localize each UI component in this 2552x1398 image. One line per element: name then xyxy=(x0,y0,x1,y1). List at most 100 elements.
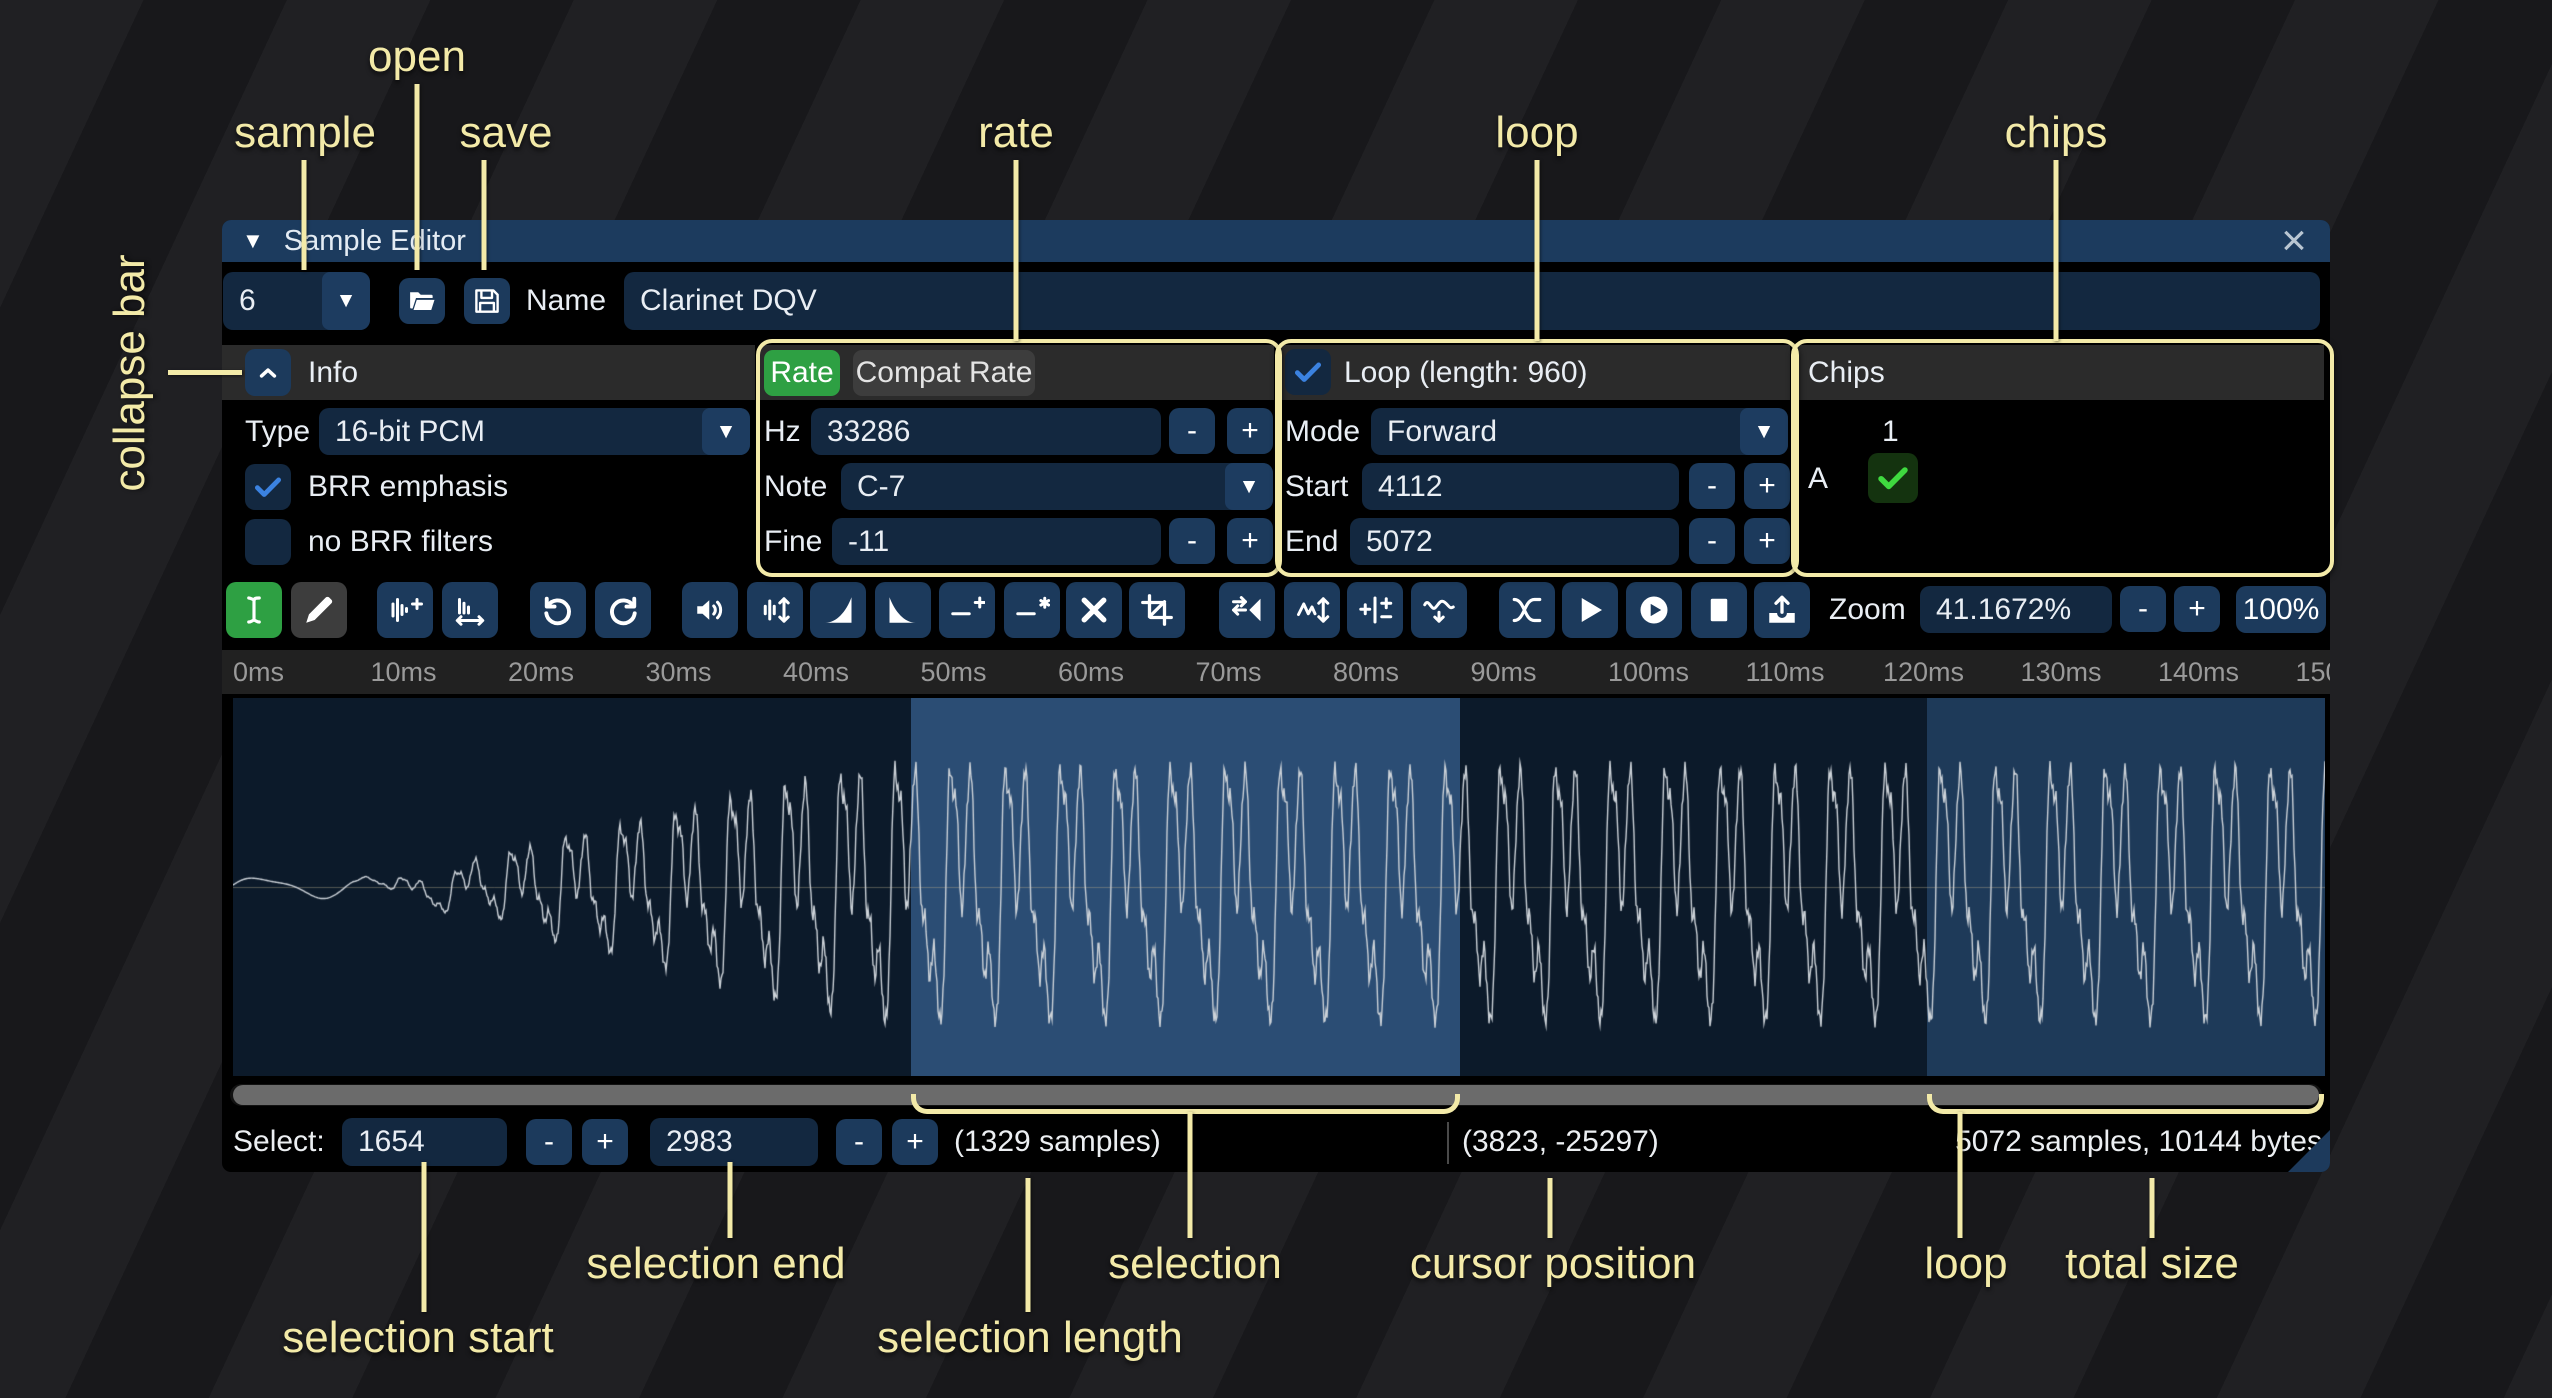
time-ruler[interactable]: 0ms10ms20ms30ms40ms50ms60ms70ms80ms90ms1… xyxy=(222,650,2330,694)
selection-start-value: 1654 xyxy=(358,1125,425,1159)
apply-filter-button[interactable] xyxy=(1411,582,1467,638)
selection-end-input[interactable]: 2983 xyxy=(650,1118,818,1166)
trim-button[interactable] xyxy=(1129,582,1185,638)
annotation-line-save xyxy=(482,160,487,270)
annotation-line-selection-end xyxy=(728,1162,733,1238)
redo-icon xyxy=(605,592,641,628)
zoom-input[interactable]: 41.1672% xyxy=(1920,586,2112,633)
name-label: Name xyxy=(526,272,606,330)
delete-button[interactable] xyxy=(1066,582,1122,638)
annotation-rate: rate xyxy=(978,108,1054,158)
annotation-line-selection xyxy=(1188,1112,1193,1238)
annotation-total-size: total size xyxy=(2065,1239,2239,1289)
zoom-reset-button[interactable]: 100% xyxy=(2236,586,2326,633)
zoom-out-button[interactable]: - xyxy=(2120,586,2166,632)
selection-start-input[interactable]: 1654 xyxy=(342,1118,507,1166)
annotation-line-rate xyxy=(1014,160,1019,341)
draw-mode-button[interactable] xyxy=(291,582,347,638)
annotation-selection: selection xyxy=(1108,1239,1282,1289)
fade-in-icon xyxy=(820,592,856,628)
waveform-display[interactable] xyxy=(233,698,2325,1076)
sample-number-dropdown[interactable]: 6 ▼ xyxy=(223,272,370,330)
preview-button[interactable] xyxy=(1562,582,1618,638)
cursor-position-text: (3823, -25297) xyxy=(1462,1118,1659,1166)
insert-silence-button[interactable] xyxy=(939,582,995,638)
no-brr-filters-checkbox[interactable] xyxy=(245,519,291,565)
ruler-tick-label: 20ms xyxy=(508,650,574,694)
undo-button[interactable] xyxy=(530,582,586,638)
annotation-collapse-bar: collapse bar xyxy=(105,254,155,491)
crop-icon xyxy=(1139,592,1175,628)
annotation-line-collapse-bar xyxy=(168,370,242,375)
open-sample-button[interactable] xyxy=(399,278,445,324)
plus-icon: + xyxy=(906,1125,924,1159)
rate-panel-highlight-box xyxy=(756,339,1282,577)
window-titlebar[interactable]: ▼ Sample Editor × xyxy=(222,220,2330,262)
select-mode-button[interactable] xyxy=(226,582,282,638)
zoom-in-button[interactable]: + xyxy=(2174,586,2220,632)
zoom-label: Zoom xyxy=(1829,582,1906,638)
preview-loop-button[interactable] xyxy=(1626,582,1682,638)
save-sample-button[interactable] xyxy=(464,278,510,324)
crossfade-loop-button[interactable] xyxy=(1499,582,1555,638)
sample-name-value: Clarinet DQV xyxy=(640,284,817,318)
pencil-icon xyxy=(301,592,337,628)
ruler-tick-label: 110ms xyxy=(1746,650,1825,694)
selection-start-increment-button[interactable]: + xyxy=(582,1119,628,1165)
resize-button[interactable] xyxy=(377,582,433,638)
apply-silence-button[interactable] xyxy=(1004,582,1060,638)
play-icon xyxy=(1572,592,1608,628)
brr-emphasis-label: BRR emphasis xyxy=(308,464,508,510)
sample-name-input[interactable]: Clarinet DQV xyxy=(624,272,2320,330)
total-size-text: 5072 samples, 10144 bytes xyxy=(1955,1118,2322,1166)
fade-in-button[interactable] xyxy=(810,582,866,638)
select-label: Select: xyxy=(233,1118,325,1166)
stop-icon xyxy=(1701,592,1737,628)
annotation-open: open xyxy=(368,32,466,82)
selection-start-decrement-button[interactable]: - xyxy=(526,1119,572,1165)
close-icon[interactable]: × xyxy=(2272,220,2316,262)
chips-panel-highlight-box xyxy=(1791,339,2334,577)
minus-icon: - xyxy=(854,1125,864,1159)
normalize-button[interactable] xyxy=(747,582,803,638)
reverse-button[interactable] xyxy=(1219,582,1275,638)
export-sample-button[interactable] xyxy=(1754,582,1810,638)
chevron-down-icon[interactable]: ▼ xyxy=(702,408,750,455)
stop-preview-button[interactable] xyxy=(1691,582,1747,638)
ruler-tick-label: 60ms xyxy=(1058,650,1124,694)
loop-bracket xyxy=(1927,1094,2324,1114)
annotation-line-chips xyxy=(2054,160,2059,341)
amplify-button[interactable] xyxy=(682,582,738,638)
window-title: Sample Editor xyxy=(284,225,466,258)
chevron-down-icon[interactable]: ▼ xyxy=(322,272,370,330)
waveform-canvas[interactable] xyxy=(233,698,2325,1076)
info-panel-title: Info xyxy=(308,345,358,400)
plus-bar-plus-minus-icon xyxy=(1357,592,1393,628)
invert-button[interactable] xyxy=(1284,582,1340,638)
fade-out-icon xyxy=(885,592,921,628)
selection-end-increment-button[interactable]: + xyxy=(892,1119,938,1165)
annotation-sample: sample xyxy=(234,108,376,158)
wave-width-arrow-icon xyxy=(452,592,488,628)
brr-emphasis-checkbox[interactable] xyxy=(245,464,291,510)
window-collapse-arrow-icon[interactable]: ▼ xyxy=(242,228,264,254)
selection-end-value: 2983 xyxy=(666,1125,733,1159)
zoom-reset-label: 100% xyxy=(2243,593,2320,627)
annotation-selection-length: selection length xyxy=(877,1313,1183,1363)
fade-out-button[interactable] xyxy=(875,582,931,638)
collapse-bar-button[interactable] xyxy=(245,349,291,396)
folder-open-icon xyxy=(407,286,437,316)
sample-type-dropdown[interactable]: 16-bit PCM ▼ xyxy=(319,408,750,455)
ruler-tick-label: 40ms xyxy=(783,650,849,694)
play-circle-icon xyxy=(1636,592,1672,628)
ruler-tick-label: 120ms xyxy=(1883,650,1964,694)
ruler-tick-label: 0ms xyxy=(233,650,284,694)
annotation-line-loop-bottom xyxy=(1958,1112,1963,1238)
window-resize-grip[interactable] xyxy=(2288,1130,2330,1172)
redo-button[interactable] xyxy=(595,582,651,638)
wave-invert-icon xyxy=(1294,592,1330,628)
resample-button[interactable] xyxy=(442,582,498,638)
signed-unsigned-button[interactable] xyxy=(1347,582,1403,638)
selection-length-text: (1329 samples) xyxy=(954,1118,1161,1166)
selection-end-decrement-button[interactable]: - xyxy=(836,1119,882,1165)
